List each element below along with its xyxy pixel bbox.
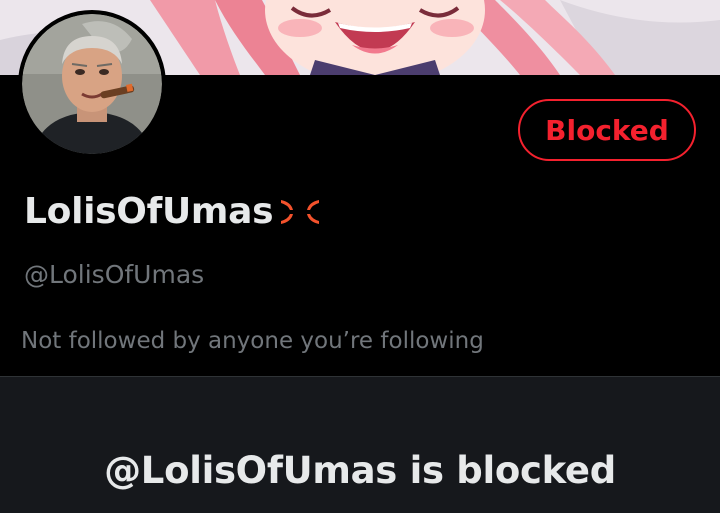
- blocked-button[interactable]: Blocked: [518, 99, 696, 161]
- avatar[interactable]: [18, 10, 166, 158]
- profile-handle: @LolisOfUmas: [24, 260, 205, 289]
- blocked-notice-title: @LolisOfUmas is blocked: [104, 449, 616, 492]
- avatar-photo: [22, 14, 162, 154]
- display-name-row: LolisOfUmas: [24, 188, 323, 234]
- display-name: LolisOfUmas: [24, 190, 274, 232]
- followers-you-know[interactable]: Not followed by anyone you’re following: [21, 328, 484, 354]
- anger-symbol-icon: [277, 188, 323, 234]
- blocked-notice-panel: @LolisOfUmas is blocked: [0, 377, 720, 513]
